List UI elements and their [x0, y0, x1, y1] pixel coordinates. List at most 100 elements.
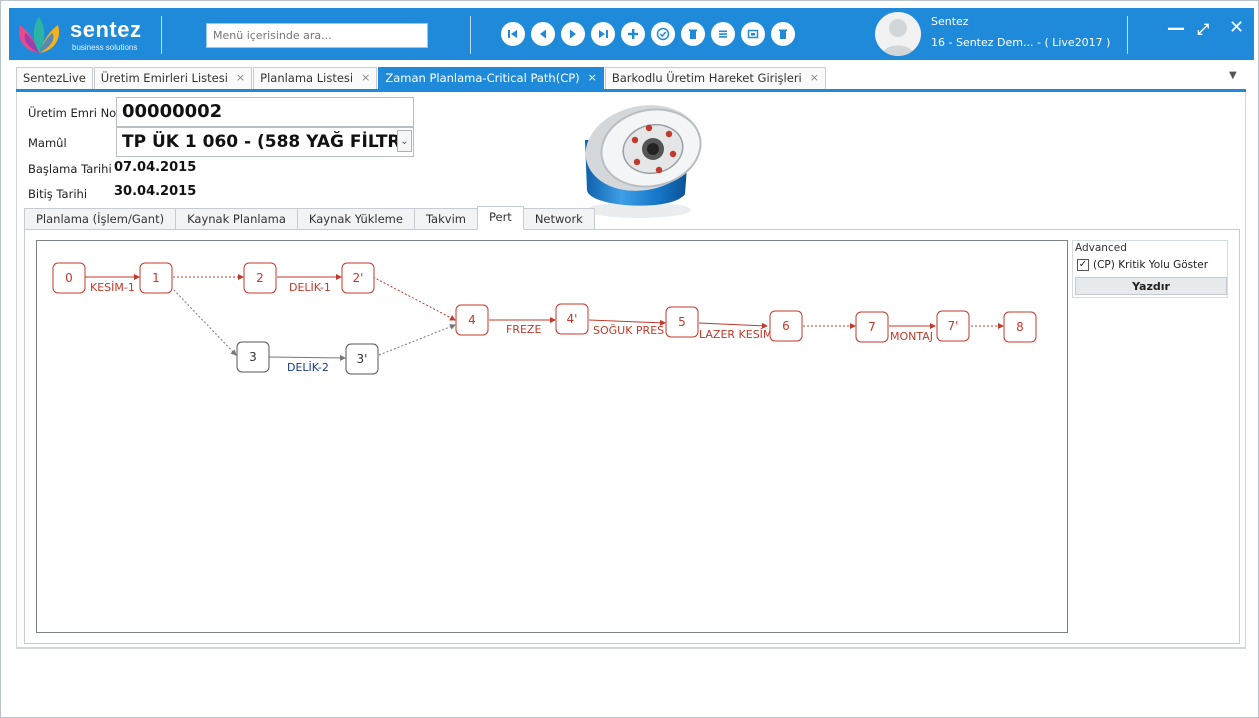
- order-no-field[interactable]: 00000002: [116, 97, 414, 127]
- close-icon[interactable]: ✕: [1229, 17, 1244, 38]
- tab-label: Zaman Planlama-Critical Path(CP): [385, 71, 580, 85]
- last-record-button[interactable]: [591, 22, 615, 46]
- menu-search-input[interactable]: [206, 23, 428, 48]
- first-record-button[interactable]: [501, 22, 525, 46]
- edge-dummy: [378, 324, 456, 356]
- node-label: 7': [948, 319, 959, 333]
- node-label: 4': [567, 312, 578, 326]
- edge-label: SOĞUK PRES: [593, 324, 664, 337]
- start-date-label: Başlama Tarihi: [28, 162, 112, 176]
- add-record-button[interactable]: [621, 22, 645, 46]
- pert-node[interactable]: 1: [139, 262, 173, 294]
- node-label: 2: [256, 271, 264, 285]
- tab-production-orders[interactable]: Üretim Emirleri Listesi ×: [93, 67, 253, 89]
- tab-resource-loading[interactable]: Kaynak Yükleme: [296, 208, 415, 230]
- next-record-button[interactable]: [561, 22, 585, 46]
- order-no-label: Üretim Emri No: [28, 106, 117, 120]
- tab-calendar[interactable]: Takvim: [413, 208, 478, 230]
- logo: sentez business solutions: [12, 13, 162, 57]
- list-button[interactable]: [711, 22, 735, 46]
- avatar[interactable]: [875, 12, 921, 56]
- next-icon: [570, 29, 576, 39]
- last-icon: [599, 30, 608, 38]
- pert-node[interactable]: 4': [555, 303, 589, 335]
- maximize-icon[interactable]: ⤢: [1197, 20, 1209, 38]
- tab-label: Planlama Listesi: [260, 71, 354, 85]
- node-label: 8: [1016, 320, 1024, 334]
- window-icon: [747, 29, 759, 39]
- add-icon: [628, 29, 638, 39]
- first-icon: [508, 30, 517, 38]
- pert-node[interactable]: 7': [936, 310, 970, 342]
- pert-node[interactable]: 8: [1003, 311, 1037, 343]
- critical-path-label: (CP) Kritik Yolu Göster: [1093, 259, 1209, 271]
- minimize-icon[interactable]: —: [1167, 18, 1185, 39]
- logo-flower-icon: [18, 17, 60, 53]
- pert-node[interactable]: 7: [855, 311, 889, 343]
- pert-canvas[interactable]: KESİM-1 DELİK-1 DELİK-2 FREZE SOĞUK PRES…: [36, 240, 1068, 633]
- separator: [470, 16, 471, 54]
- node-label: 6: [782, 319, 790, 333]
- tabs-dropdown-icon[interactable]: ▼: [1229, 70, 1237, 81]
- approve-button[interactable]: [651, 22, 675, 46]
- main-content: Üretim Emri No 00000002 Mamûl TP ÜK 1 06…: [16, 92, 1246, 648]
- pert-panel: KESİM-1 DELİK-1 DELİK-2 FREZE SOĞUK PRES…: [24, 229, 1240, 644]
- top-bar: sentez business solutions Menü içerisind…: [9, 8, 1254, 60]
- tab-critical-path[interactable]: Zaman Planlama-Critical Path(CP) ×: [378, 67, 604, 89]
- end-date-value: 30.04.2015: [114, 184, 197, 199]
- logo-text: sentez: [70, 17, 142, 42]
- tab-label: Üretim Emirleri Listesi: [100, 71, 228, 85]
- edge-label: FREZE: [506, 323, 541, 336]
- start-date-value: 07.04.2015: [114, 160, 197, 175]
- checkbox-checked-icon[interactable]: ✓: [1077, 259, 1089, 271]
- edge-dummy: [372, 276, 456, 321]
- previous-record-button[interactable]: [531, 22, 555, 46]
- user-company[interactable]: 16 - Sentez Dem... - ( Live2017 ): [931, 36, 1110, 49]
- tab-sentezlive[interactable]: SentezLive: [16, 67, 93, 89]
- tab-close-icon[interactable]: ×: [236, 71, 245, 89]
- pert-node[interactable]: 6: [769, 310, 803, 342]
- tab-close-icon[interactable]: ×: [588, 71, 597, 89]
- pert-node[interactable]: 0: [52, 262, 86, 294]
- pert-node[interactable]: 4: [455, 304, 489, 336]
- advanced-panel: Advanced ✓ (CP) Kritik Yolu Göster Yazdı…: [1072, 240, 1228, 298]
- tab-planning-list[interactable]: Planlama Listesi ×: [253, 67, 378, 89]
- node-label: 2': [353, 271, 364, 285]
- pert-node[interactable]: 2: [243, 262, 277, 294]
- toolbar-buttons: [501, 22, 795, 46]
- print-button[interactable]: Yazdır: [1075, 277, 1227, 295]
- approve-icon: [656, 27, 670, 41]
- application-window: sentez business solutions Menü içerisind…: [0, 0, 1259, 718]
- tab-label: SentezLive: [23, 71, 86, 85]
- edge-delik-2: [268, 354, 346, 361]
- edge-label: DELİK-1: [289, 281, 331, 294]
- critical-path-checkbox[interactable]: ✓ (CP) Kritik Yolu Göster: [1077, 259, 1208, 271]
- end-date-label: Bitiş Tarihi: [28, 187, 88, 201]
- trash-icon: [779, 29, 787, 39]
- tab-network[interactable]: Network: [522, 208, 595, 230]
- pert-node[interactable]: 3': [345, 343, 379, 375]
- window-button[interactable]: [741, 22, 765, 46]
- tab-label: Barkodlu Üretim Hareket Girişleri: [611, 71, 802, 85]
- separator: [161, 16, 162, 54]
- trash-button[interactable]: [771, 22, 795, 46]
- delete-button[interactable]: [681, 22, 705, 46]
- pert-node[interactable]: 2': [341, 262, 375, 294]
- footer-area: [16, 648, 1246, 711]
- edge-label: KESİM-1: [90, 281, 135, 294]
- pert-node[interactable]: 3: [236, 341, 270, 373]
- edge-lazer-kesim: [698, 322, 768, 329]
- product-field[interactable]: TP ÜK 1 060 - (588 YAĞ FİLTRESİ): [116, 127, 414, 157]
- tab-close-icon[interactable]: ×: [361, 71, 370, 89]
- tab-pert[interactable]: Pert: [476, 206, 524, 230]
- tab-planning-gantt[interactable]: Planlama (İşlem/Gant): [24, 208, 177, 230]
- tab-close-icon[interactable]: ×: [810, 71, 819, 89]
- tab-resource-planning[interactable]: Kaynak Planlama: [175, 208, 298, 230]
- node-label: 4: [468, 313, 476, 327]
- product-image: [585, 105, 702, 218]
- pert-node[interactable]: 5: [665, 306, 699, 338]
- advanced-title: Advanced: [1075, 242, 1127, 254]
- tab-barcode-movements[interactable]: Barkodlu Üretim Hareket Girişleri ×: [604, 67, 826, 89]
- list-icon: [719, 30, 727, 38]
- chevron-down-icon[interactable]: ⌄: [397, 130, 412, 152]
